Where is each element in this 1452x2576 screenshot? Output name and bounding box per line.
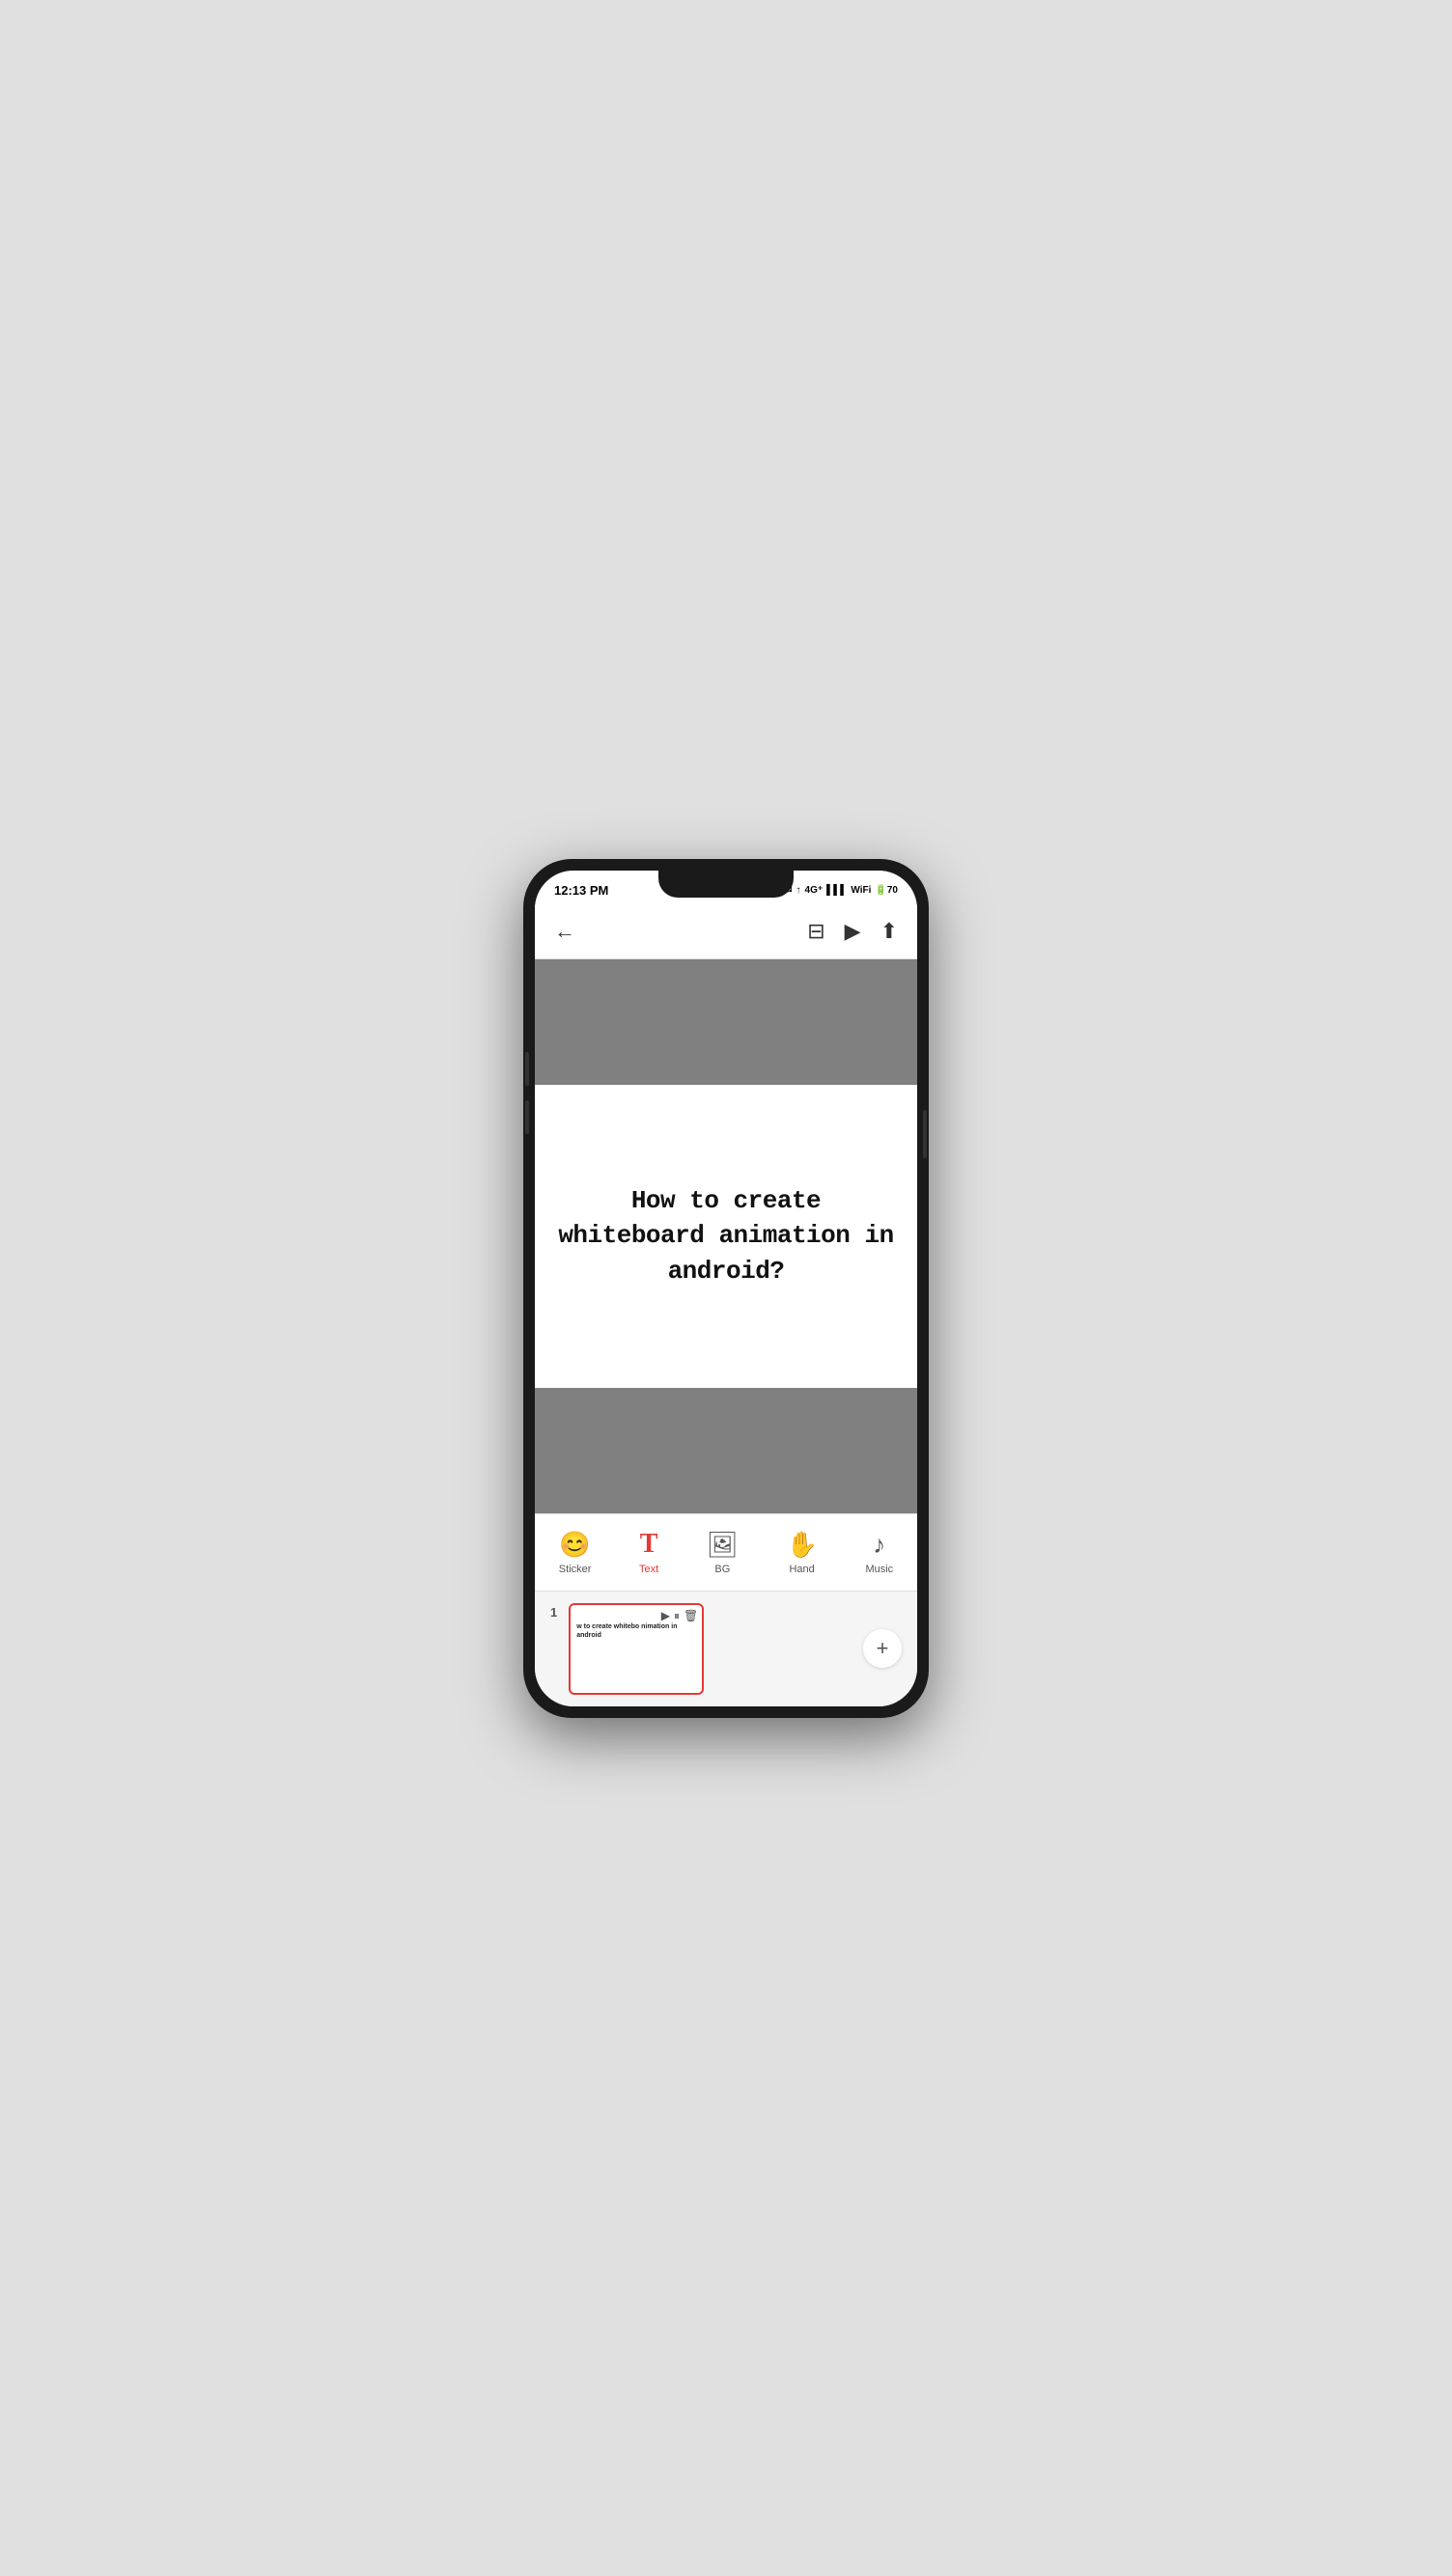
canvas-area: How to create whiteboard animation in an… [535, 959, 917, 1513]
toolbar-sticker[interactable]: 😊 Sticker [559, 1530, 592, 1575]
signal-icon: ▌▌▌ [826, 885, 847, 896]
slide-delete-icon[interactable]: 🗑 [684, 1609, 698, 1623]
toolbar-hand[interactable]: ✋ Hand [786, 1530, 817, 1575]
nav-left: ← [554, 919, 575, 944]
nav-right: ⊟ ▶ ⬆ [807, 919, 898, 944]
phone-notch [658, 871, 794, 898]
bg-icon: 🖼 [707, 1530, 739, 1560]
nav-bar: ← ⊟ ▶ ⬆ [535, 905, 917, 959]
text-icon: T [640, 1529, 658, 1560]
canvas-gray-top [535, 959, 917, 1085]
upload-icon: ↑ [796, 885, 801, 896]
volume-down-button [525, 1100, 529, 1134]
status-icons: ✉ ↑ 4G⁺ ▌▌▌ WiFi 🔋70 [784, 885, 898, 896]
hand-icon: ✋ [786, 1530, 817, 1560]
phone-screen: 12:13 PM ✉ ↑ 4G⁺ ▌▌▌ WiFi 🔋70 ← ⊟ ▶ ⬆ [535, 871, 917, 1706]
hand-label: Hand [789, 1564, 814, 1575]
power-button [923, 1110, 927, 1158]
canvas-white-section[interactable]: How to create whiteboard animation in an… [535, 1085, 917, 1388]
music-icon: ♪ [873, 1530, 885, 1560]
canvas-gray-bottom [535, 1388, 917, 1513]
volume-up-button [525, 1052, 529, 1086]
save-button[interactable]: ⊟ [807, 919, 824, 944]
phone-frame: 12:13 PM ✉ ↑ 4G⁺ ▌▌▌ WiFi 🔋70 ← ⊟ ▶ ⬆ [523, 859, 929, 1718]
slide-strip: 1 ▶ ⏸ 🗑 w to create whitebo nimation in … [535, 1591, 917, 1706]
slide-thumbnail[interactable]: ▶ ⏸ 🗑 w to create whitebo nimation in an… [569, 1603, 704, 1695]
status-time: 12:13 PM [554, 883, 608, 898]
music-label: Music [865, 1564, 893, 1575]
sticker-icon: 😊 [559, 1530, 590, 1560]
bottom-toolbar: 😊 Sticker T Text 🖼 BG ✋ Hand ♪ Music [535, 1513, 917, 1591]
whiteboard-text: How to create whiteboard animation in an… [554, 1183, 898, 1288]
slide-pause-icon: ⏸ [674, 1609, 680, 1623]
sim-icon: 4G⁺ [805, 885, 824, 896]
add-slide-button[interactable]: + [863, 1629, 902, 1668]
back-button[interactable]: ← [554, 919, 575, 944]
share-button[interactable]: ⬆ [880, 919, 898, 944]
text-label: Text [639, 1564, 658, 1575]
slide-play-icon: ▶ [661, 1609, 670, 1623]
sticker-label: Sticker [559, 1564, 592, 1575]
bg-label: BG [714, 1564, 730, 1575]
battery-icon: 🔋70 [875, 885, 898, 896]
toolbar-music[interactable]: ♪ Music [865, 1530, 893, 1575]
wifi-icon: WiFi [851, 885, 871, 896]
toolbar-bg[interactable]: 🖼 BG [707, 1530, 739, 1575]
slide-thumb-icons: ▶ ⏸ 🗑 [661, 1609, 698, 1623]
toolbar-text[interactable]: T Text [639, 1529, 658, 1575]
slide-number: 1 [550, 1605, 557, 1620]
play-button[interactable]: ▶ [845, 919, 861, 944]
